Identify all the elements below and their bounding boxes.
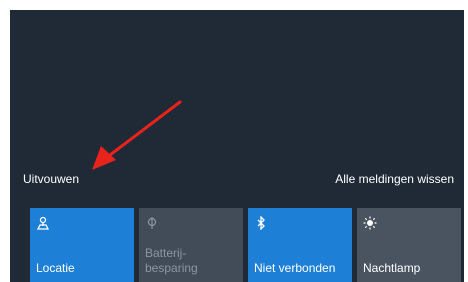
red-arrow-annotation [92,100,182,170]
